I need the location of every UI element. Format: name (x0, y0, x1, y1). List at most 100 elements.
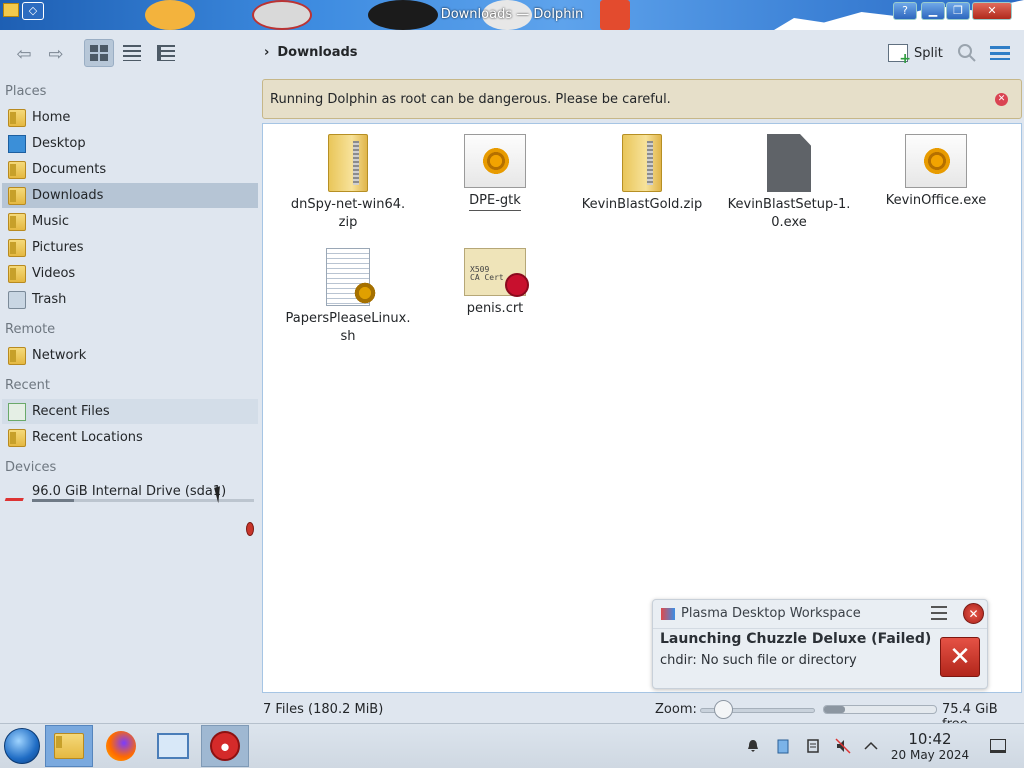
sidebar-item-recent-locations[interactable]: Recent Locations (2, 425, 258, 450)
file-name: KevinBlastGold.zip (581, 197, 703, 212)
start-menu-button[interactable] (4, 728, 40, 764)
section-title-remote: Remote (5, 322, 56, 337)
file-item[interactable]: KevinBlastGold.zip (577, 134, 707, 214)
show-desktop-icon[interactable] (990, 739, 1006, 753)
chevron-up-icon[interactable] (863, 738, 879, 754)
recent-files-icon (8, 402, 26, 421)
sidebar-item-label: Recent Locations (32, 430, 143, 445)
exe-setup-icon (767, 134, 811, 192)
split-label: Split (914, 45, 943, 61)
configure-icon[interactable] (931, 606, 947, 620)
sidebar-item-label: Pictures (32, 240, 84, 255)
task-firefox[interactable] (97, 725, 145, 767)
breadcrumb[interactable]: › Downloads (264, 45, 358, 60)
drive-usage-fill (32, 499, 75, 502)
sidebar-item-label: Videos (32, 266, 76, 281)
file-count: 7 Files (180.2 MiB) (263, 702, 384, 717)
videos-icon (8, 264, 26, 283)
split-button[interactable]: Split (888, 44, 943, 67)
drag-handle-icon[interactable] (246, 522, 254, 536)
split-view-icon (888, 44, 911, 67)
desktop-icon (8, 134, 26, 153)
section-title-recent: Recent (5, 378, 50, 393)
notification-title: Launching Chuzzle Deluxe (Failed) (660, 631, 932, 647)
zip-icon (622, 134, 662, 192)
file-name: KevinBlastSetup-1. (727, 197, 851, 212)
sidebar-item-pictures[interactable]: Pictures (2, 235, 258, 260)
sidebar-item-label: Trash (32, 292, 67, 307)
file-name: DPE-gtk (469, 192, 521, 211)
section-title-devices: Devices (5, 460, 57, 475)
file-name-cont: 0.exe (771, 215, 807, 230)
certificate-icon: X509 CA Cert (464, 248, 529, 297)
warning-text: Running Dolphin as root can be dangerous… (270, 91, 671, 107)
network-icon (8, 346, 26, 365)
search-icon[interactable] (957, 43, 977, 63)
free-space-bar (823, 705, 937, 714)
close-button[interactable]: ✕ (972, 2, 1012, 20)
window-titlebar[interactable]: ◇ Downloads — Dolphin ? ▁ ❐ ✕ (0, 0, 1024, 30)
details-view-icon (157, 45, 175, 61)
file-item[interactable]: PapersPleaseLinux. sh (283, 248, 413, 346)
icons-view-icon (90, 45, 108, 61)
hamburger-menu-icon[interactable] (990, 46, 1010, 60)
sidebar-item-label: Home (32, 110, 71, 125)
file-item[interactable]: X509 CA Cert penis.crt (430, 248, 560, 318)
volume-muted-icon[interactable] (835, 738, 851, 754)
task-game[interactable] (201, 725, 249, 767)
clock[interactable]: 10:42 20 May 2024 (888, 731, 972, 763)
sidebar-item-trash[interactable]: Trash (2, 287, 258, 312)
sidebar-item-label: 96.0 GiB Internal Drive (sda1) (32, 484, 227, 499)
file-item[interactable]: KevinOffice.exe (871, 134, 1001, 210)
sidebar-item-documents[interactable]: Documents (2, 157, 258, 182)
sidebar-item-downloads[interactable]: Downloads (2, 183, 258, 208)
back-button[interactable]: ⇦ (12, 40, 36, 68)
close-notification-button[interactable]: ✕ (963, 603, 984, 624)
status-bar: 7 Files (180.2 MiB) Zoom: 75.4 GiB free (0, 697, 1024, 732)
sidebar-item-label: Downloads (32, 188, 104, 203)
notifications-icon[interactable] (745, 738, 761, 754)
plasma-app-icon (661, 607, 675, 620)
sidebar-item-desktop[interactable]: Desktop (2, 131, 258, 156)
recent-locations-icon (8, 428, 26, 447)
documents-icon (8, 160, 26, 179)
drive-icon (4, 482, 30, 501)
minimize-button[interactable]: ▁ (921, 2, 945, 20)
zoom-slider-handle[interactable] (713, 700, 733, 719)
file-name: KevinOffice.exe (885, 193, 987, 208)
pictures-icon (8, 238, 26, 257)
sidebar-item-label: Documents (32, 162, 107, 177)
clock-date: 20 May 2024 (890, 748, 970, 762)
forward-button[interactable]: ⇨ (44, 40, 68, 68)
details-view-button[interactable] (151, 39, 181, 67)
clipboard-icon[interactable] (775, 738, 791, 754)
arrow-left-icon: ⇦ (16, 43, 32, 65)
compact-view-button[interactable] (117, 39, 147, 67)
file-name: PapersPleaseLinux. (285, 311, 411, 326)
sidebar-item-videos[interactable]: Videos (2, 261, 258, 286)
maximize-button[interactable]: ❐ (946, 2, 970, 20)
music-icon (8, 212, 26, 231)
sidebar-item-network[interactable]: Network (2, 343, 258, 368)
storage-icon[interactable] (805, 738, 821, 754)
notification-popup[interactable]: Plasma Desktop Workspace ✕ Launching Chu… (652, 599, 988, 689)
file-item[interactable]: KevinBlastSetup-1. 0.exe (724, 134, 854, 232)
breadcrumb-current[interactable]: Downloads (277, 45, 357, 60)
notification-body: chdir: No such file or directory (660, 653, 857, 668)
file-item[interactable]: dnSpy-net-win64. zip (283, 134, 413, 232)
shell-script-icon (326, 248, 377, 306)
downloads-icon (8, 186, 26, 205)
trash-icon (8, 290, 26, 309)
task-system-settings[interactable] (149, 725, 197, 767)
sidebar-item-recent-files[interactable]: Recent Files (2, 399, 258, 424)
sidebar-item-music[interactable]: Music (2, 209, 258, 234)
taskbar: 10:42 20 May 2024 (0, 723, 1024, 768)
dismiss-warning-icon[interactable]: ✕ (995, 93, 1008, 106)
sidebar-item-home[interactable]: Home (2, 105, 258, 130)
section-title-places: Places (5, 84, 47, 99)
file-item[interactable]: DPE-gtk (430, 134, 560, 211)
help-button[interactable]: ? (893, 2, 917, 20)
icons-view-button[interactable] (84, 39, 114, 67)
task-dolphin[interactable] (45, 725, 93, 767)
executable-icon (905, 134, 967, 188)
